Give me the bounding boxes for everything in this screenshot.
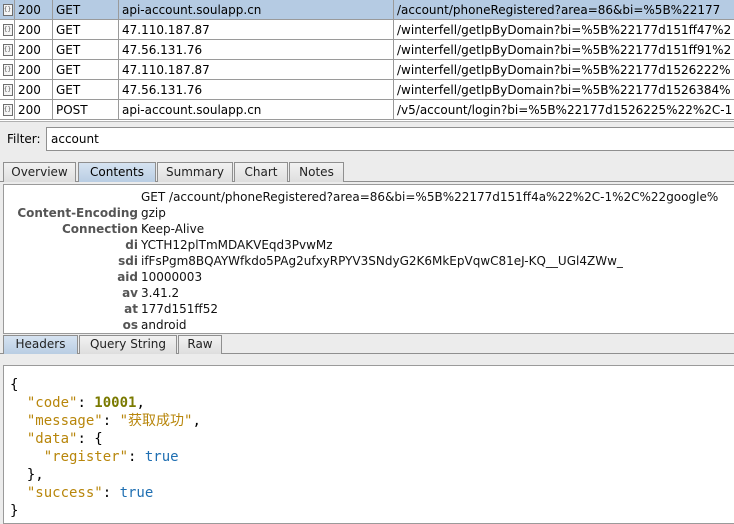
header-row: os android	[4, 317, 734, 333]
method-cell: GET	[53, 60, 119, 80]
header-row: Content-Encoding gzip	[4, 205, 734, 221]
header-name: aid	[117, 270, 138, 284]
status-cell: 200	[15, 0, 53, 20]
method-cell: GET	[53, 40, 119, 60]
request-line: GET /account/phoneRegistered?area=86&bi=…	[4, 189, 734, 205]
document-icon: {}	[0, 100, 15, 119]
json-line: "data": {	[26, 431, 103, 447]
json-key: "message"	[26, 413, 103, 429]
json-line: "success": true	[26, 485, 154, 501]
path-cell: /winterfell/getIpByDomain?bi=%5B%22177d1…	[397, 83, 731, 97]
tab-summary[interactable]: Summary	[157, 162, 233, 182]
header-value: gzip	[141, 206, 166, 220]
table-row[interactable]: {} 200 GET 47.110.187.87 /winterfell/get…	[0, 60, 734, 80]
tab-notes[interactable]: Notes	[289, 162, 344, 182]
tab-overview[interactable]: Overview	[3, 162, 76, 182]
header-row: av 3.41.2	[4, 285, 734, 301]
table-row[interactable]: {} 200 GET 47.56.131.76 /winterfell/getI…	[0, 40, 734, 60]
filter-input[interactable]	[46, 127, 734, 151]
status-cell: 200	[15, 100, 53, 120]
path-cell: /winterfell/getIpByDomain?bi=%5B%22177d1…	[397, 43, 732, 57]
json-boolean: true	[119, 485, 154, 501]
header-name: os	[122, 318, 138, 332]
response-tab-bar: Headers Query String Raw	[0, 334, 734, 354]
tab-raw[interactable]: Raw	[178, 335, 222, 354]
header-value: 177d151ff52	[141, 302, 218, 316]
document-icon: {}	[0, 60, 15, 79]
json-number: 10001	[94, 395, 137, 411]
header-name: Content-Encoding	[17, 206, 138, 220]
host-cell: 47.56.131.76	[119, 80, 394, 100]
document-icon: {}	[0, 80, 15, 99]
host-cell: 47.56.131.76	[119, 40, 394, 60]
header-name: at	[124, 302, 138, 316]
json-line: {	[10, 377, 19, 393]
table-row[interactable]: {} 200 GET api-account.soulapp.cn /accou…	[0, 0, 734, 20]
header-value: 10000003	[141, 270, 203, 284]
table-row[interactable]: {} 200 POST api-account.soulapp.cn /v5/a…	[0, 100, 734, 120]
document-icon: {}	[0, 20, 15, 39]
document-icon: {}	[0, 0, 15, 19]
tab-chart[interactable]: Chart	[234, 162, 288, 182]
status-cell: 200	[15, 40, 53, 60]
tab-query-string[interactable]: Query String	[79, 335, 177, 354]
json-line: "register": true	[43, 449, 179, 465]
header-row: sdi ifFsPgm8BQAYWfkdo5PAg2ufxyRPYV3SNdyG…	[4, 253, 734, 269]
filter-label: Filter:	[7, 132, 41, 146]
headers-panel: GET /account/phoneRegistered?area=86&bi=…	[3, 184, 734, 334]
path-cell: /winterfell/getIpByDomain?bi=%5B%22177d1…	[397, 23, 732, 37]
header-row: di YCTH12plTmMDAKVEqd3PvwMz	[4, 237, 734, 253]
host-cell: 47.110.187.87	[119, 20, 394, 40]
json-key: "code"	[26, 395, 78, 411]
header-value: ifFsPgm8BQAYWfkdo5PAg2ufxyRPYV3SNdyG2K6M…	[141, 254, 623, 268]
json-line: },	[26, 467, 44, 483]
header-value: android	[141, 318, 187, 332]
path-cell: /winterfell/getIpByDomain?bi=%5B%22177d1…	[397, 63, 731, 77]
method-cell: GET	[53, 20, 119, 40]
json-key: "data"	[26, 431, 78, 447]
response-body: { "code": 10001, "message": "获取成功", "dat…	[3, 365, 734, 524]
method-cell: GET	[53, 0, 119, 20]
table-row[interactable]: {} 200 GET 47.110.187.87 /winterfell/get…	[0, 20, 734, 40]
json-key: "success"	[26, 485, 103, 501]
header-row: at 177d151ff52	[4, 301, 734, 317]
json-string: "获取成功"	[119, 413, 193, 429]
header-name: av	[122, 286, 138, 300]
status-cell: 200	[15, 20, 53, 40]
method-cell: POST	[53, 100, 119, 120]
status-cell: 200	[15, 60, 53, 80]
path-cell: /account/phoneRegistered?area=86&bi=%5B%…	[397, 3, 721, 17]
document-icon: {}	[0, 40, 15, 59]
json-line: }	[10, 503, 19, 519]
json-boolean: true	[144, 449, 179, 465]
header-row: Connection Keep-Alive	[4, 221, 734, 237]
json-key: "register"	[43, 449, 129, 465]
header-value: YCTH12plTmMDAKVEqd3PvwMz	[141, 238, 333, 252]
host-cell: api-account.soulapp.cn	[119, 0, 394, 20]
request-table: {} 200 GET api-account.soulapp.cn /accou…	[0, 0, 734, 121]
header-name: sdi	[118, 254, 138, 268]
host-cell: api-account.soulapp.cn	[119, 100, 394, 120]
path-cell: /v5/account/login?bi=%5B%22177d1526225%2…	[397, 103, 733, 117]
json-line: "message": "获取成功",	[26, 413, 201, 429]
json-line: "code": 10001,	[26, 395, 145, 411]
header-name: Connection	[61, 222, 138, 236]
tab-contents[interactable]: Contents	[78, 162, 156, 182]
header-value: Keep-Alive	[141, 222, 205, 236]
tab-headers[interactable]: Headers	[3, 335, 78, 354]
header-row: aid 10000003	[4, 269, 734, 285]
header-value: 3.41.2	[141, 286, 180, 300]
host-cell: 47.110.187.87	[119, 60, 394, 80]
content-tab-bar: Overview Contents Summary Chart Notes	[0, 160, 734, 182]
table-row[interactable]: {} 200 GET 47.56.131.76 /winterfell/getI…	[0, 80, 734, 100]
status-cell: 200	[15, 80, 53, 100]
method-cell: GET	[53, 80, 119, 100]
header-value: GET /account/phoneRegistered?area=86&bi=…	[141, 190, 719, 204]
header-name: di	[125, 238, 138, 252]
filter-bar: Filter:	[0, 121, 734, 157]
